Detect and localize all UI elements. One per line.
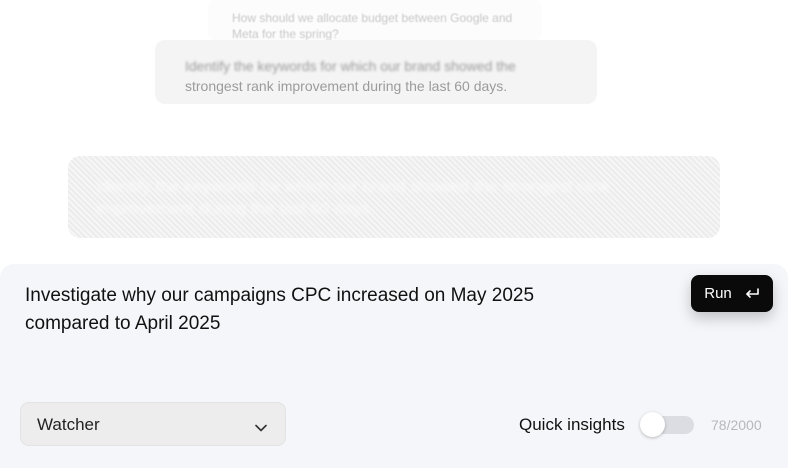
prompt-line2: compared to April 2025 xyxy=(25,313,221,334)
faded-suggestion-text: How should we allocate budget between Go… xyxy=(232,11,513,41)
run-button-label: Run xyxy=(704,285,732,302)
faded-suggestion-card-top: How should we allocate budget between Go… xyxy=(208,0,542,41)
dissolving-suggestion-text: Identify the keywords for which our bran… xyxy=(96,177,611,218)
quick-insights-toggle[interactable] xyxy=(638,412,694,437)
enter-icon xyxy=(744,287,760,301)
quick-insights-label: Quick insights xyxy=(519,415,625,434)
agent-select-value: Watcher xyxy=(37,415,100,434)
chevron-down-icon xyxy=(255,419,267,437)
agent-select[interactable]: Watcher xyxy=(20,402,286,446)
suggestion-text: Identify the keywords for which our bran… xyxy=(185,56,565,96)
character-counter: 78/2000 xyxy=(711,417,762,433)
run-button[interactable]: Run xyxy=(691,275,773,312)
dissolving-suggestion-card: Identify the keywords for which our bran… xyxy=(68,156,720,238)
suggestion-text-line1: Identify the keywords for which our bran… xyxy=(185,58,516,74)
suggestion-text-line2: strongest rank improvement during the la… xyxy=(185,78,508,94)
toggle-knob xyxy=(640,412,665,437)
faded-suggestion-card[interactable]: Identify the keywords for which our bran… xyxy=(155,40,597,104)
prompt-input[interactable]: Investigate why our campaigns CPC increa… xyxy=(25,282,605,338)
prompt-line1: Investigate why our campaigns CPC increa… xyxy=(25,285,535,306)
prompt-composer: Investigate why our campaigns CPC increa… xyxy=(0,264,788,468)
